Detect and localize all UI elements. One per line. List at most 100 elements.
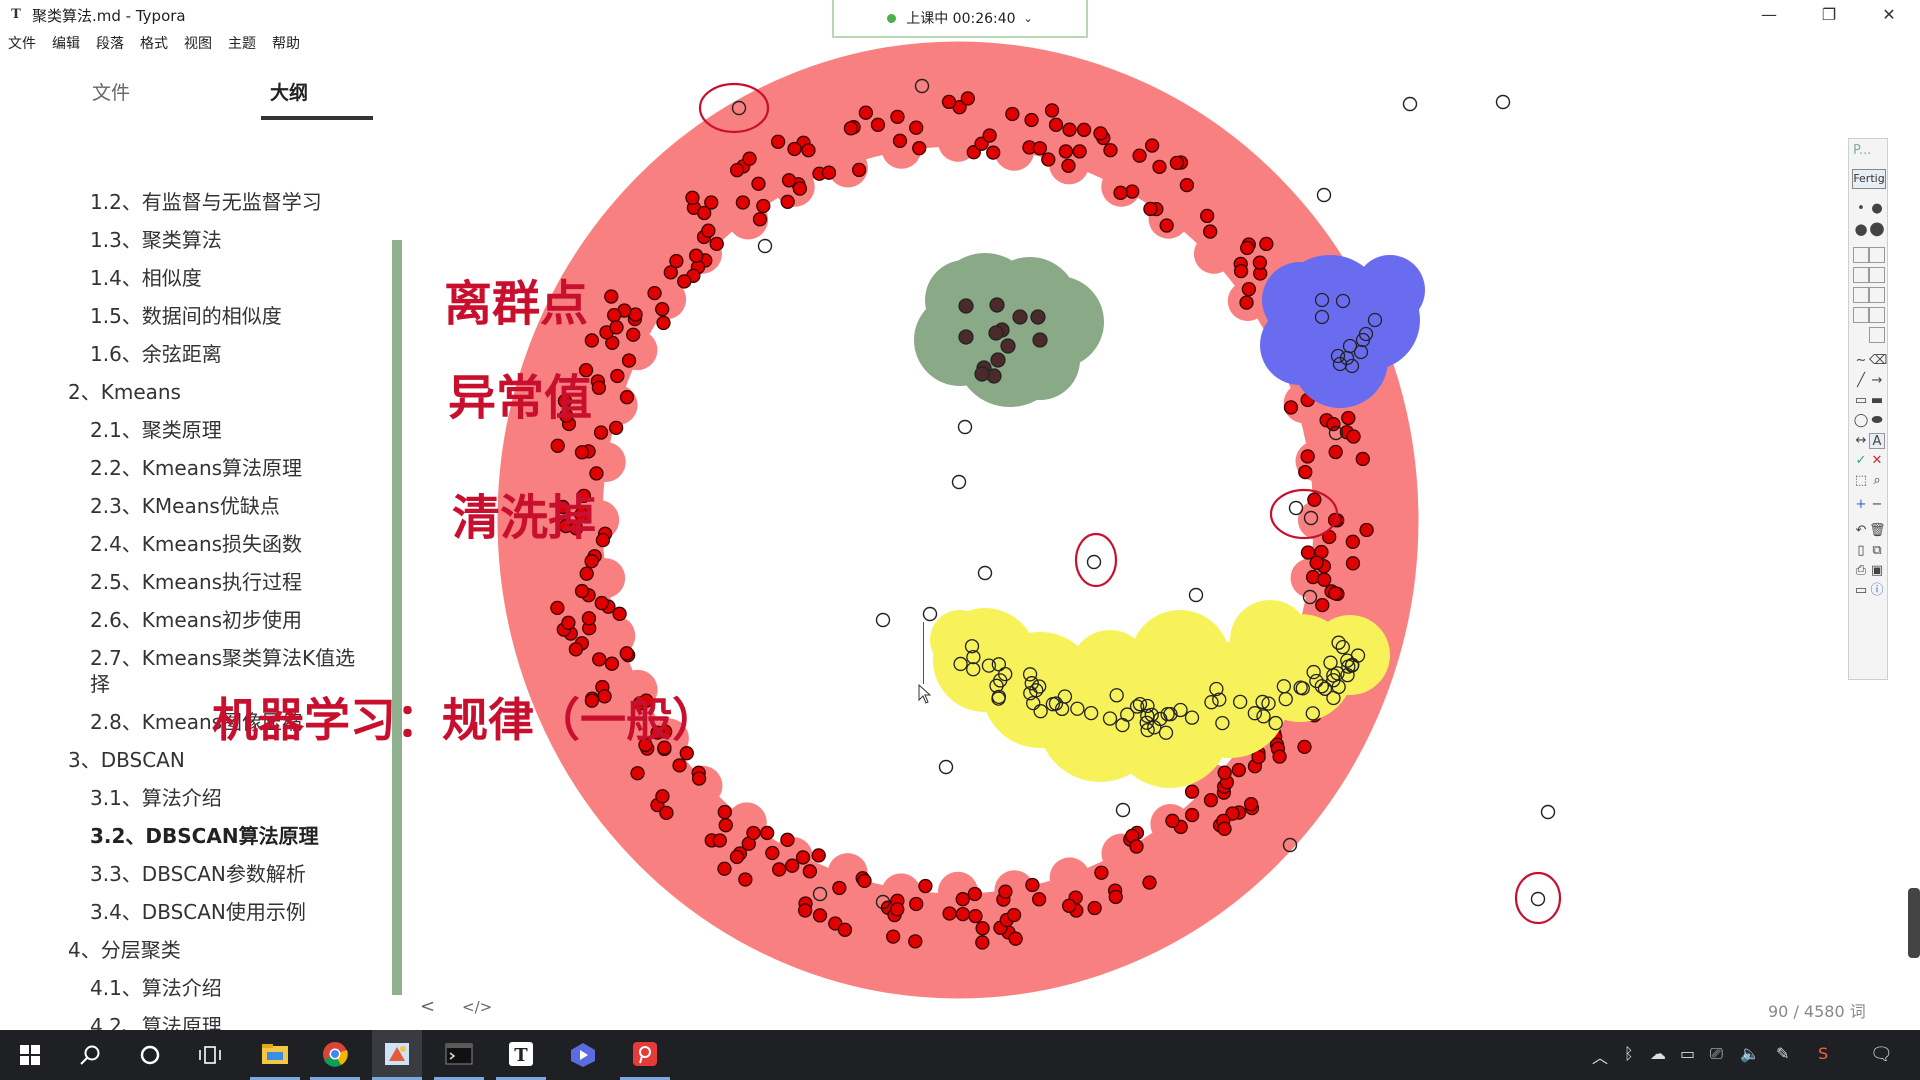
menu-theme[interactable]: 主题 xyxy=(228,33,256,53)
outline-item[interactable]: 1.6、余弦距离 xyxy=(90,338,222,367)
tray-network-icon[interactable]: ⎚ xyxy=(1710,1044,1723,1064)
medium-dot-icon[interactable]: ● xyxy=(1869,201,1885,217)
outline-item[interactable]: 1.3、聚类算法 xyxy=(90,224,222,253)
cortana-icon[interactable] xyxy=(128,1030,172,1080)
maximize-button[interactable]: ❐ xyxy=(1800,0,1858,30)
outline-item[interactable]: 3.4、DBSCAN使用示例 xyxy=(90,896,306,925)
color-yellow-light[interactable] xyxy=(1853,267,1869,283)
close-button[interactable]: ✕ xyxy=(1860,0,1918,30)
xlarge-dot-icon[interactable]: ● xyxy=(1869,220,1885,238)
done-button[interactable]: Fertig xyxy=(1852,169,1886,189)
large-dot-icon[interactable]: ● xyxy=(1853,221,1869,237)
sidebar-toggle-button[interactable]: < xyxy=(420,996,435,1017)
outline-item[interactable]: 2、Kmeans xyxy=(68,376,181,405)
word-count[interactable]: 90 / 4580 词 xyxy=(1768,998,1866,1022)
outline-item[interactable]: 2.7、Kmeans聚类算法K值选 xyxy=(90,642,355,671)
filled-rectangle-icon[interactable]: ▬ xyxy=(1869,393,1885,409)
tray-battery-icon[interactable]: ▭ xyxy=(1680,1044,1695,1063)
search-icon[interactable] xyxy=(68,1030,112,1080)
chrome-icon[interactable] xyxy=(310,1030,360,1080)
menu-edit[interactable]: 编辑 xyxy=(52,33,80,53)
eraser-icon[interactable]: ⌫ xyxy=(1869,353,1887,369)
rectangle-icon[interactable]: ▭ xyxy=(1853,393,1869,409)
windows-start-icon[interactable] xyxy=(8,1030,52,1080)
class-timer[interactable]: 上课中 00:26:40 ⌄ xyxy=(832,0,1088,38)
task-view-icon[interactable] xyxy=(188,1030,232,1080)
tray-sogou-input-icon[interactable]: S xyxy=(1818,1044,1828,1063)
tray-notifications-icon[interactable]: 🗨 xyxy=(1870,1044,1893,1065)
menu-file[interactable]: 文件 xyxy=(8,33,36,53)
paint-app-icon[interactable] xyxy=(372,1030,422,1080)
outline-item[interactable]: 择 xyxy=(90,668,110,697)
tray-volume-icon[interactable]: 🔈 xyxy=(1740,1044,1760,1063)
filled-ellipse-icon[interactable]: ⬬ xyxy=(1869,413,1885,429)
print-icon[interactable]: ⎙ xyxy=(1853,563,1869,579)
outline-item[interactable]: 2.2、Kmeans算法原理 xyxy=(90,452,302,481)
color-blue-light[interactable] xyxy=(1853,307,1869,323)
color-green-light[interactable] xyxy=(1853,287,1869,303)
tray-chevron-up-icon[interactable]: ︿ xyxy=(1592,1044,1608,1068)
trash-icon[interactable]: 🗑 xyxy=(1869,523,1886,539)
file-explorer-icon[interactable] xyxy=(250,1030,300,1080)
freehand-icon[interactable]: ∼ xyxy=(1853,353,1869,369)
outline-item[interactable]: 3.2、DBSCAN算法原理 xyxy=(90,820,319,849)
outline-item[interactable]: 3.1、算法介绍 xyxy=(90,782,222,811)
ring-point xyxy=(918,878,933,894)
outline-item[interactable]: 3.3、DBSCAN参数解析 xyxy=(90,858,306,887)
outline-item[interactable]: 2.3、KMeans优缺点 xyxy=(90,490,280,519)
side-scroll-handle[interactable] xyxy=(1908,888,1920,958)
color-green[interactable] xyxy=(1869,287,1885,303)
tray-pen-icon[interactable]: ✎ xyxy=(1776,1044,1789,1063)
color-red-light[interactable] xyxy=(1853,247,1869,263)
text-tool-icon[interactable]: A xyxy=(1869,433,1885,449)
select-area-icon[interactable]: ⬚ xyxy=(1853,473,1869,489)
terminal-icon[interactable] xyxy=(434,1030,484,1080)
small-dot-icon[interactable]: • xyxy=(1853,201,1869,217)
outline-item[interactable]: 2.6、Kmeans初步使用 xyxy=(90,604,302,633)
tray-cloud-icon[interactable]: ☁ xyxy=(1650,1044,1666,1063)
menu-help[interactable]: 帮助 xyxy=(272,33,300,53)
outline-item[interactable]: 4.1、算法介绍 xyxy=(90,972,222,1001)
ring-point xyxy=(597,526,613,541)
outline-item[interactable]: 1.4、相似度 xyxy=(90,262,202,291)
menu-format[interactable]: 格式 xyxy=(140,33,168,53)
cross-icon[interactable]: ✕ xyxy=(1869,453,1885,469)
screen-icon[interactable]: ▭ xyxy=(1853,583,1869,599)
minimize-button[interactable]: — xyxy=(1740,0,1798,30)
source-mode-button[interactable]: </> xyxy=(462,998,492,1016)
color-yellow[interactable] xyxy=(1869,267,1885,283)
outline-item[interactable]: 1.2、有监督与无监督学习 xyxy=(90,186,322,215)
info-icon[interactable]: ⓘ xyxy=(1869,583,1885,599)
outline-item[interactable]: 2.1、聚类原理 xyxy=(90,414,222,443)
ellipse-icon[interactable]: ◯ xyxy=(1853,413,1869,429)
save-icon[interactable]: ▣ xyxy=(1869,563,1885,579)
tab-outline[interactable]: 大纲 xyxy=(270,78,308,105)
menu-paragraph[interactable]: 段落 xyxy=(96,33,124,53)
tab-files[interactable]: 文件 xyxy=(92,78,130,105)
pdf-app-icon[interactable] xyxy=(620,1030,670,1080)
outline-item[interactable]: 4、分层聚类 xyxy=(68,934,181,963)
minus-icon[interactable]: − xyxy=(1869,497,1885,513)
tray-bluetooth-icon[interactable]: ᛒ xyxy=(1624,1044,1634,1063)
color-dark-red[interactable] xyxy=(1869,327,1885,343)
color-blue[interactable] xyxy=(1869,307,1885,323)
chevron-down-icon[interactable]: ⌄ xyxy=(1024,12,1033,25)
line-icon[interactable]: ╱ xyxy=(1853,373,1869,389)
page-icon[interactable]: ▯ xyxy=(1853,543,1869,559)
yellow-cluster-point xyxy=(1184,710,1200,725)
outline-item[interactable]: 2.5、Kmeans执行过程 xyxy=(90,566,302,595)
color-red[interactable] xyxy=(1869,247,1885,263)
outline-item[interactable]: 3、DBSCAN xyxy=(68,744,185,773)
outline-item[interactable]: 1.5、数据间的相似度 xyxy=(90,300,282,329)
menu-view[interactable]: 视图 xyxy=(184,33,212,53)
undo-icon[interactable]: ↶ xyxy=(1853,523,1869,539)
plus-icon[interactable]: + xyxy=(1853,497,1869,513)
check-icon[interactable]: ✓ xyxy=(1853,453,1869,469)
copy-icon[interactable]: ⧉ xyxy=(1869,543,1885,559)
double-arrow-icon[interactable]: ↔ xyxy=(1853,433,1869,449)
typora-icon[interactable]: T xyxy=(496,1030,546,1080)
zoom-icon[interactable]: ⌕ xyxy=(1869,473,1885,489)
outline-item[interactable]: 2.4、Kmeans损失函数 xyxy=(90,528,302,557)
arrow-icon[interactable]: → xyxy=(1869,373,1885,389)
video-app-icon[interactable] xyxy=(558,1030,608,1080)
